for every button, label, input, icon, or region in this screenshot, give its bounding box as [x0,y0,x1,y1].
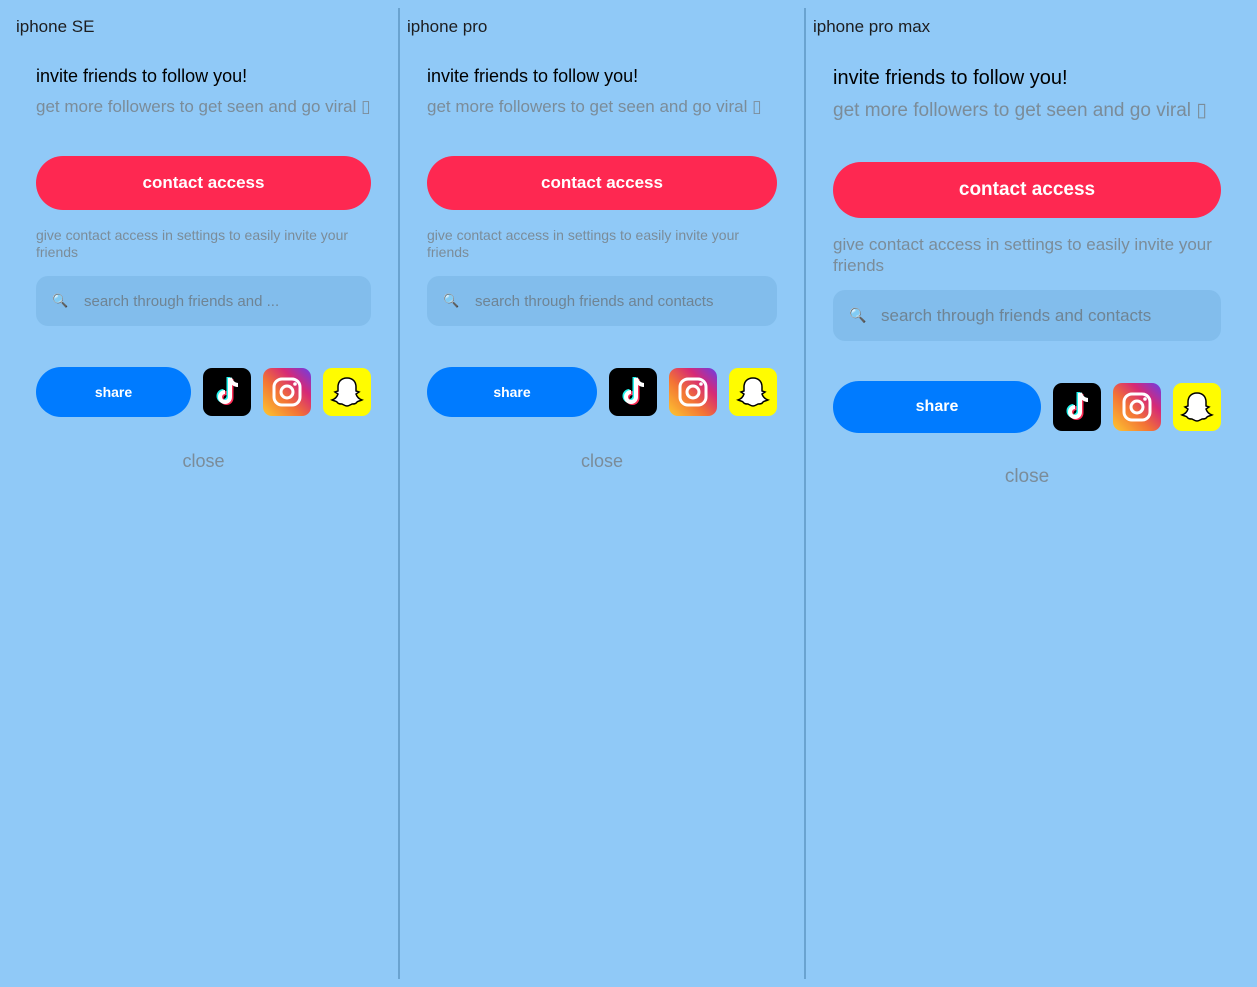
search-input[interactable]: 🔍 search through friends and contacts [427,276,777,326]
invite-subtitle: get more followers to get seen and go vi… [833,100,1207,121]
search-icon: 🔍 [52,293,69,308]
invite-panel: invite friends to follow you! get more f… [427,0,777,500]
contact-access-button[interactable]: contact access [833,162,1221,218]
tiktok-icon[interactable] [203,368,251,416]
invite-panel: invite friends to follow you! get more f… [833,0,1221,520]
close-button[interactable]: close [833,466,1221,488]
contact-access-hint: give contact access in settings to easil… [427,227,740,261]
instagram-icon[interactable] [1113,383,1161,431]
device-column-iphone-pro: iphone pro invite friends to follow you!… [400,0,804,987]
search-placeholder: search through friends and contacts [475,292,714,310]
device-column-iphone-se: iphone SE invite friends to follow you! … [0,0,398,987]
contact-access-hint: give contact access in settings to easil… [36,227,349,261]
snapchat-icon[interactable] [1173,383,1221,431]
search-icon: 🔍 [849,307,867,323]
instagram-icon[interactable] [669,368,717,416]
snapchat-icon[interactable] [729,368,777,416]
invite-subtitle: get more followers to get seen and go vi… [36,97,371,116]
contact-access-button[interactable]: contact access [36,156,371,210]
tiktok-icon[interactable] [609,368,657,416]
invite-subtitle: get more followers to get seen and go vi… [427,97,762,116]
device-column-iphone-pro-max: iphone pro max invite friends to follow … [806,0,1257,987]
contact-access-hint: give contact access in settings to easil… [833,235,1212,275]
share-button[interactable]: share [427,367,597,417]
search-placeholder: search through friends and ... [84,292,280,310]
tiktok-icon[interactable] [1053,383,1101,431]
contact-access-button[interactable]: contact access [427,156,777,210]
share-button[interactable]: share [36,367,191,417]
search-input[interactable]: 🔍 search through friends and ... [36,276,371,326]
invite-title: invite friends to follow you! [36,66,248,86]
search-placeholder: search through friends and contacts [881,305,1152,325]
instagram-icon[interactable] [263,368,311,416]
invite-panel: invite friends to follow you! get more f… [36,0,371,500]
invite-title: invite friends to follow you! [427,66,639,86]
search-input[interactable]: 🔍 search through friends and contacts [833,290,1221,341]
invite-title: invite friends to follow you! [833,67,1068,89]
close-button[interactable]: close [36,451,371,472]
close-button[interactable]: close [427,451,777,472]
share-button[interactable]: share [833,381,1041,433]
search-icon: 🔍 [443,293,460,308]
snapchat-icon[interactable] [323,368,371,416]
